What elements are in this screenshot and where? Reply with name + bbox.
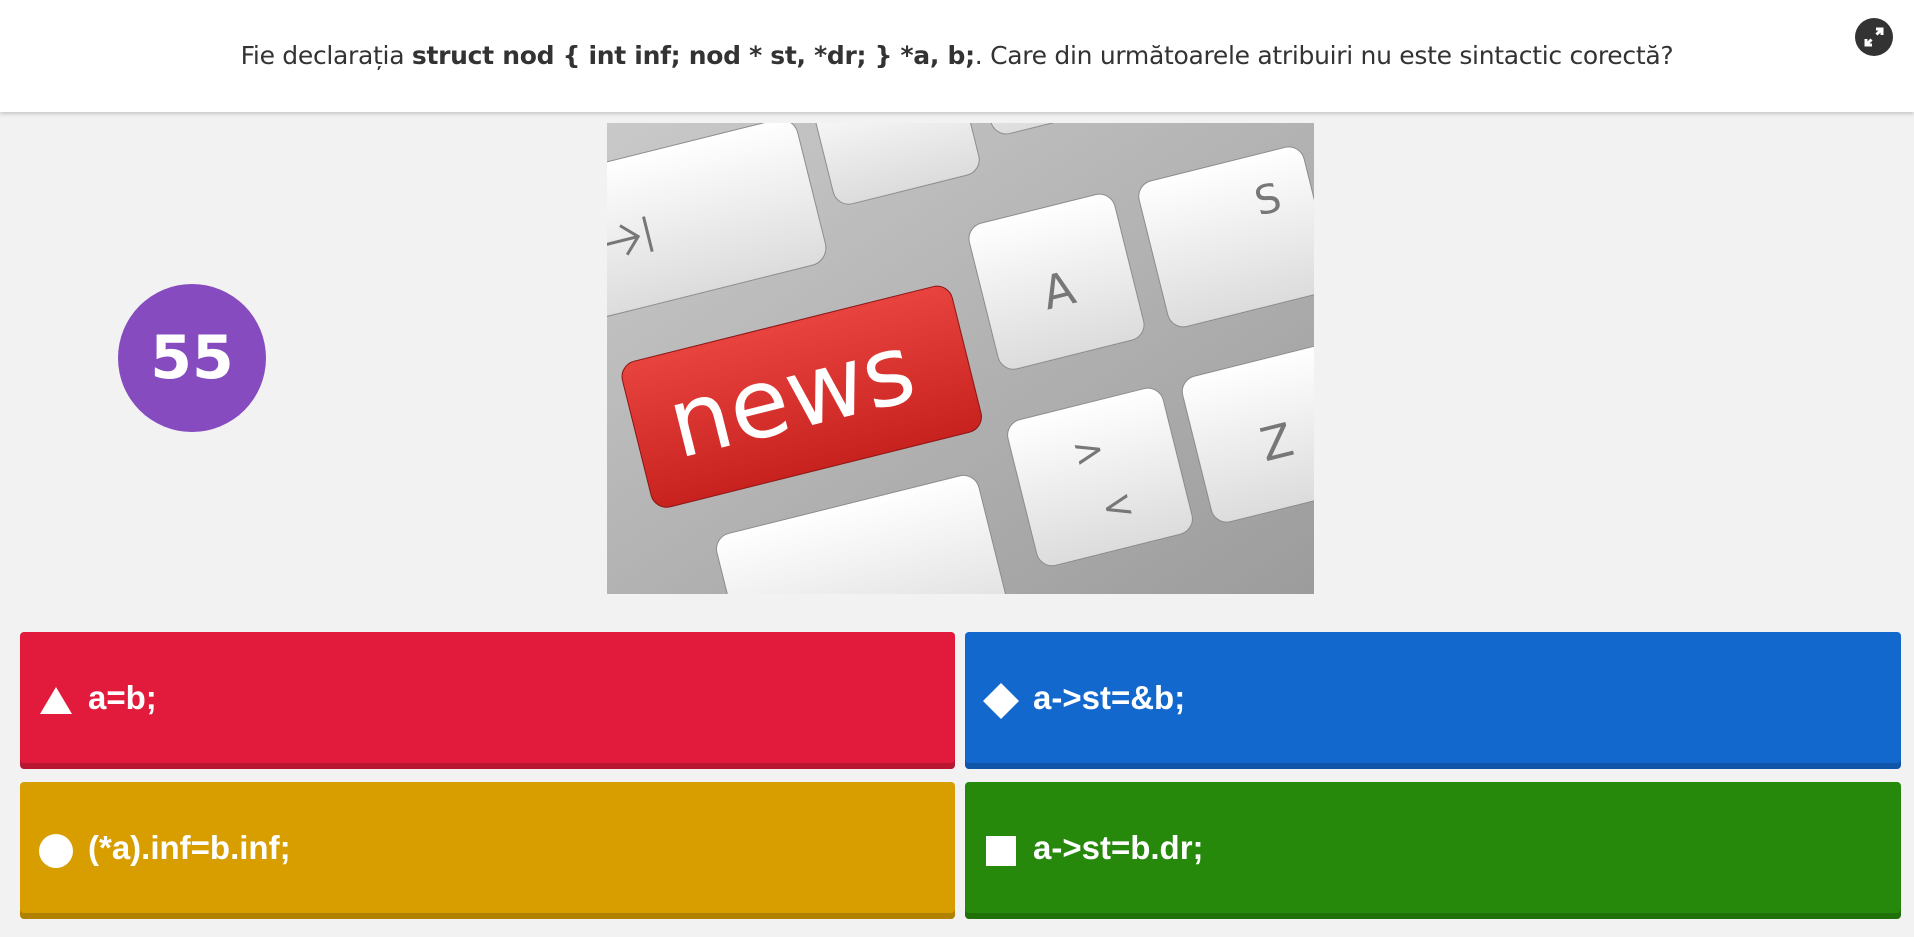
question-suffix: . Care din următoarele atribuiri nu este… (974, 40, 1674, 70)
answer-option-4[interactable]: a->st=b.dr; (965, 782, 1901, 919)
question-header: Fie declarația struct nod { int inf; nod… (0, 0, 1914, 112)
countdown-timer: 55 (118, 284, 266, 432)
timer-value: 55 (150, 323, 234, 393)
answer-label-4: a->st=b.dr; (1033, 828, 1204, 866)
square-icon (986, 835, 1016, 866)
circle-icon (39, 833, 73, 868)
answer-label-3: (*a).inf=b.inf; (88, 828, 291, 866)
answer-label-2: a->st=&b; (1033, 678, 1186, 716)
fullscreen-icon (1864, 27, 1884, 47)
triangle-icon (40, 686, 72, 714)
question-code: struct nod { int inf; nod * st, *dr; } *… (411, 40, 975, 70)
diamond-icon (983, 682, 1019, 719)
answer-option-2[interactable]: a->st=&b; (965, 632, 1901, 769)
question-image: news A Z > < S (607, 123, 1314, 594)
fullscreen-button[interactable] (1855, 18, 1893, 56)
question-prefix: Fie declarația (240, 40, 412, 70)
answer-option-1[interactable]: a=b; (20, 632, 955, 769)
answer-option-3[interactable]: (*a).inf=b.inf; (20, 782, 955, 919)
answer-label-1: a=b; (88, 678, 157, 716)
question-text: Fie declarația struct nod { int inf; nod… (241, 41, 1674, 70)
